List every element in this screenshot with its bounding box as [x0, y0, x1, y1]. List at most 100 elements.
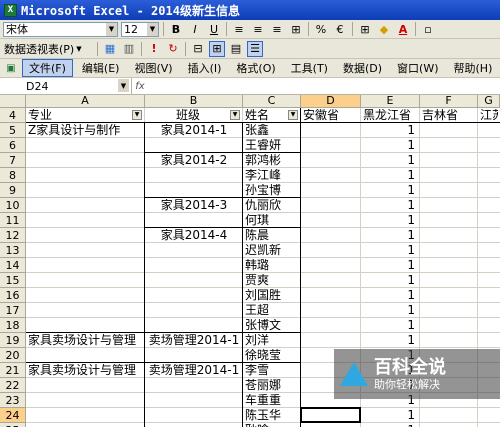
value-cell[interactable]: 1 [363, 274, 418, 287]
hide-detail-icon[interactable]: ⊟ [190, 41, 206, 57]
menu-view[interactable]: 视图(V) [128, 60, 178, 76]
menu-file[interactable]: 文件(F) [22, 59, 73, 77]
value-cell[interactable]: 1 [363, 139, 418, 152]
new-document-icon[interactable]: ▫ [420, 21, 436, 37]
name-cell[interactable]: 张博文 [245, 319, 299, 332]
value-cell[interactable]: 1 [363, 289, 418, 302]
italic-button[interactable]: I [187, 21, 203, 37]
column-header-b[interactable]: B [145, 95, 243, 108]
merge-center-button[interactable]: ⊞ [288, 21, 304, 37]
row-header-23[interactable]: 23 [0, 393, 26, 408]
fill-color-icon[interactable]: ◆ [376, 21, 392, 37]
row-header-8[interactable]: 8 [0, 168, 26, 183]
row-header-16[interactable]: 16 [0, 288, 26, 303]
row-header-17[interactable]: 17 [0, 303, 26, 318]
header-cell-a[interactable]: 专业 [28, 109, 131, 122]
name-cell[interactable]: 仇丽欣 [245, 199, 299, 212]
percent-button[interactable]: % [313, 21, 329, 37]
borders-button[interactable]: ⊞ [357, 21, 373, 37]
row-header-11[interactable]: 11 [0, 213, 26, 228]
value-cell[interactable]: 1 [363, 154, 418, 167]
field-settings-icon[interactable]: ▤ [228, 41, 244, 57]
major-cell[interactable]: 家具卖场设计与管理 [28, 364, 143, 377]
bold-button[interactable]: B [168, 21, 184, 37]
menu-window[interactable]: 窗口(W) [391, 60, 444, 76]
filter-dropdown-icon[interactable]: ▼ [288, 110, 298, 120]
row-header-14[interactable]: 14 [0, 258, 26, 273]
pivot-table-menu[interactable]: 数据透视表(P) ▼ [3, 41, 93, 57]
formula-input[interactable] [148, 78, 500, 94]
menu-insert[interactable]: 插入(I) [182, 60, 228, 76]
value-cell[interactable]: 1 [363, 304, 418, 317]
show-detail-icon[interactable]: ⊞ [209, 40, 225, 57]
error-indicator-icon[interactable]: ! [146, 41, 162, 57]
refresh-icon[interactable]: ↻ [165, 41, 181, 57]
value-cell[interactable]: 1 [363, 199, 418, 212]
filter-dropdown-icon[interactable]: ▼ [230, 110, 240, 120]
name-box[interactable]: D24 ▼ [0, 78, 132, 94]
font-color-button[interactable]: A [395, 21, 411, 37]
name-cell[interactable]: 李雪 [245, 364, 299, 377]
field-list-icon[interactable]: ☰ [247, 40, 263, 57]
fx-icon[interactable]: fx [132, 81, 148, 92]
align-left-button[interactable]: ≡ [231, 21, 247, 37]
name-cell[interactable]: 王睿妍 [245, 139, 299, 152]
row-header-6[interactable]: 6 [0, 138, 26, 153]
filter-dropdown-icon[interactable]: ▼ [132, 110, 142, 120]
major-cell[interactable]: Z家具设计与制作 [28, 124, 143, 137]
row-header-5[interactable]: 5 [0, 123, 26, 138]
name-cell[interactable]: 孙宝博 [245, 184, 299, 197]
pivot-format-icon[interactable]: ▦ [102, 41, 118, 57]
header-cell-d[interactable]: 安徽省 [303, 109, 359, 122]
column-header-f[interactable]: F [420, 95, 478, 108]
font-size-combo[interactable]: 12 ▼ [121, 21, 159, 37]
class-cell[interactable]: 家具2014-1 [147, 124, 241, 137]
name-cell[interactable]: 韩璐 [245, 259, 299, 272]
euro-button[interactable]: € [332, 21, 348, 37]
name-cell[interactable]: 何琪 [245, 214, 299, 227]
header-cell-f[interactable]: 吉林省 [422, 109, 476, 122]
select-all-corner[interactable] [0, 95, 26, 108]
column-header-g[interactable]: G [478, 95, 500, 108]
chevron-down-icon[interactable]: ▼ [106, 22, 117, 36]
column-header-a[interactable]: A [26, 95, 145, 108]
row-header-20[interactable]: 20 [0, 348, 26, 363]
name-cell[interactable]: 刘国胜 [245, 289, 299, 302]
row-header-21[interactable]: 21 [0, 363, 26, 378]
menu-help[interactable]: 帮助(H) [448, 60, 499, 76]
class-cell[interactable]: 家具2014-3 [147, 199, 241, 212]
row-header-9[interactable]: 9 [0, 183, 26, 198]
menu-edit[interactable]: 编辑(E) [76, 60, 126, 76]
row-header-12[interactable]: 12 [0, 228, 26, 243]
column-header-e[interactable]: E [361, 95, 420, 108]
name-cell[interactable]: 陈晨 [245, 229, 299, 242]
row-header-10[interactable]: 10 [0, 198, 26, 213]
menu-data[interactable]: 数据(D) [337, 60, 388, 76]
value-cell[interactable]: 1 [363, 244, 418, 257]
name-cell[interactable]: 徐晓莹 [245, 349, 299, 362]
align-right-button[interactable]: ≡ [269, 21, 285, 37]
row-header-19[interactable]: 19 [0, 333, 26, 348]
value-cell[interactable]: 1 [363, 184, 418, 197]
row-header-25[interactable]: 25 [0, 423, 26, 427]
active-cell-selection[interactable] [300, 407, 361, 423]
chevron-down-icon[interactable]: ▼ [118, 79, 129, 92]
name-cell[interactable]: 张鑫 [245, 124, 299, 137]
workbook-icon[interactable]: ▣ [3, 60, 19, 76]
row-header-18[interactable]: 18 [0, 318, 26, 333]
value-cell[interactable]: 1 [363, 124, 418, 137]
chevron-down-icon[interactable]: ▼ [147, 22, 158, 36]
name-cell[interactable]: 车重重 [245, 394, 299, 407]
value-cell[interactable]: 1 [363, 229, 418, 242]
underline-button[interactable]: U [206, 21, 222, 37]
class-cell[interactable]: 卖场管理2014-1 [147, 364, 241, 377]
value-cell[interactable]: 1 [363, 259, 418, 272]
row-header-24[interactable]: 24 [0, 408, 26, 423]
header-cell-b[interactable]: 班级 [147, 109, 229, 122]
value-cell[interactable]: 1 [363, 334, 418, 347]
menu-tools[interactable]: 工具(T) [285, 60, 334, 76]
row-header-7[interactable]: 7 [0, 153, 26, 168]
row-header-13[interactable]: 13 [0, 243, 26, 258]
name-cell[interactable]: 迟凯新 [245, 244, 299, 257]
name-cell[interactable]: 苍丽娜 [245, 379, 299, 392]
